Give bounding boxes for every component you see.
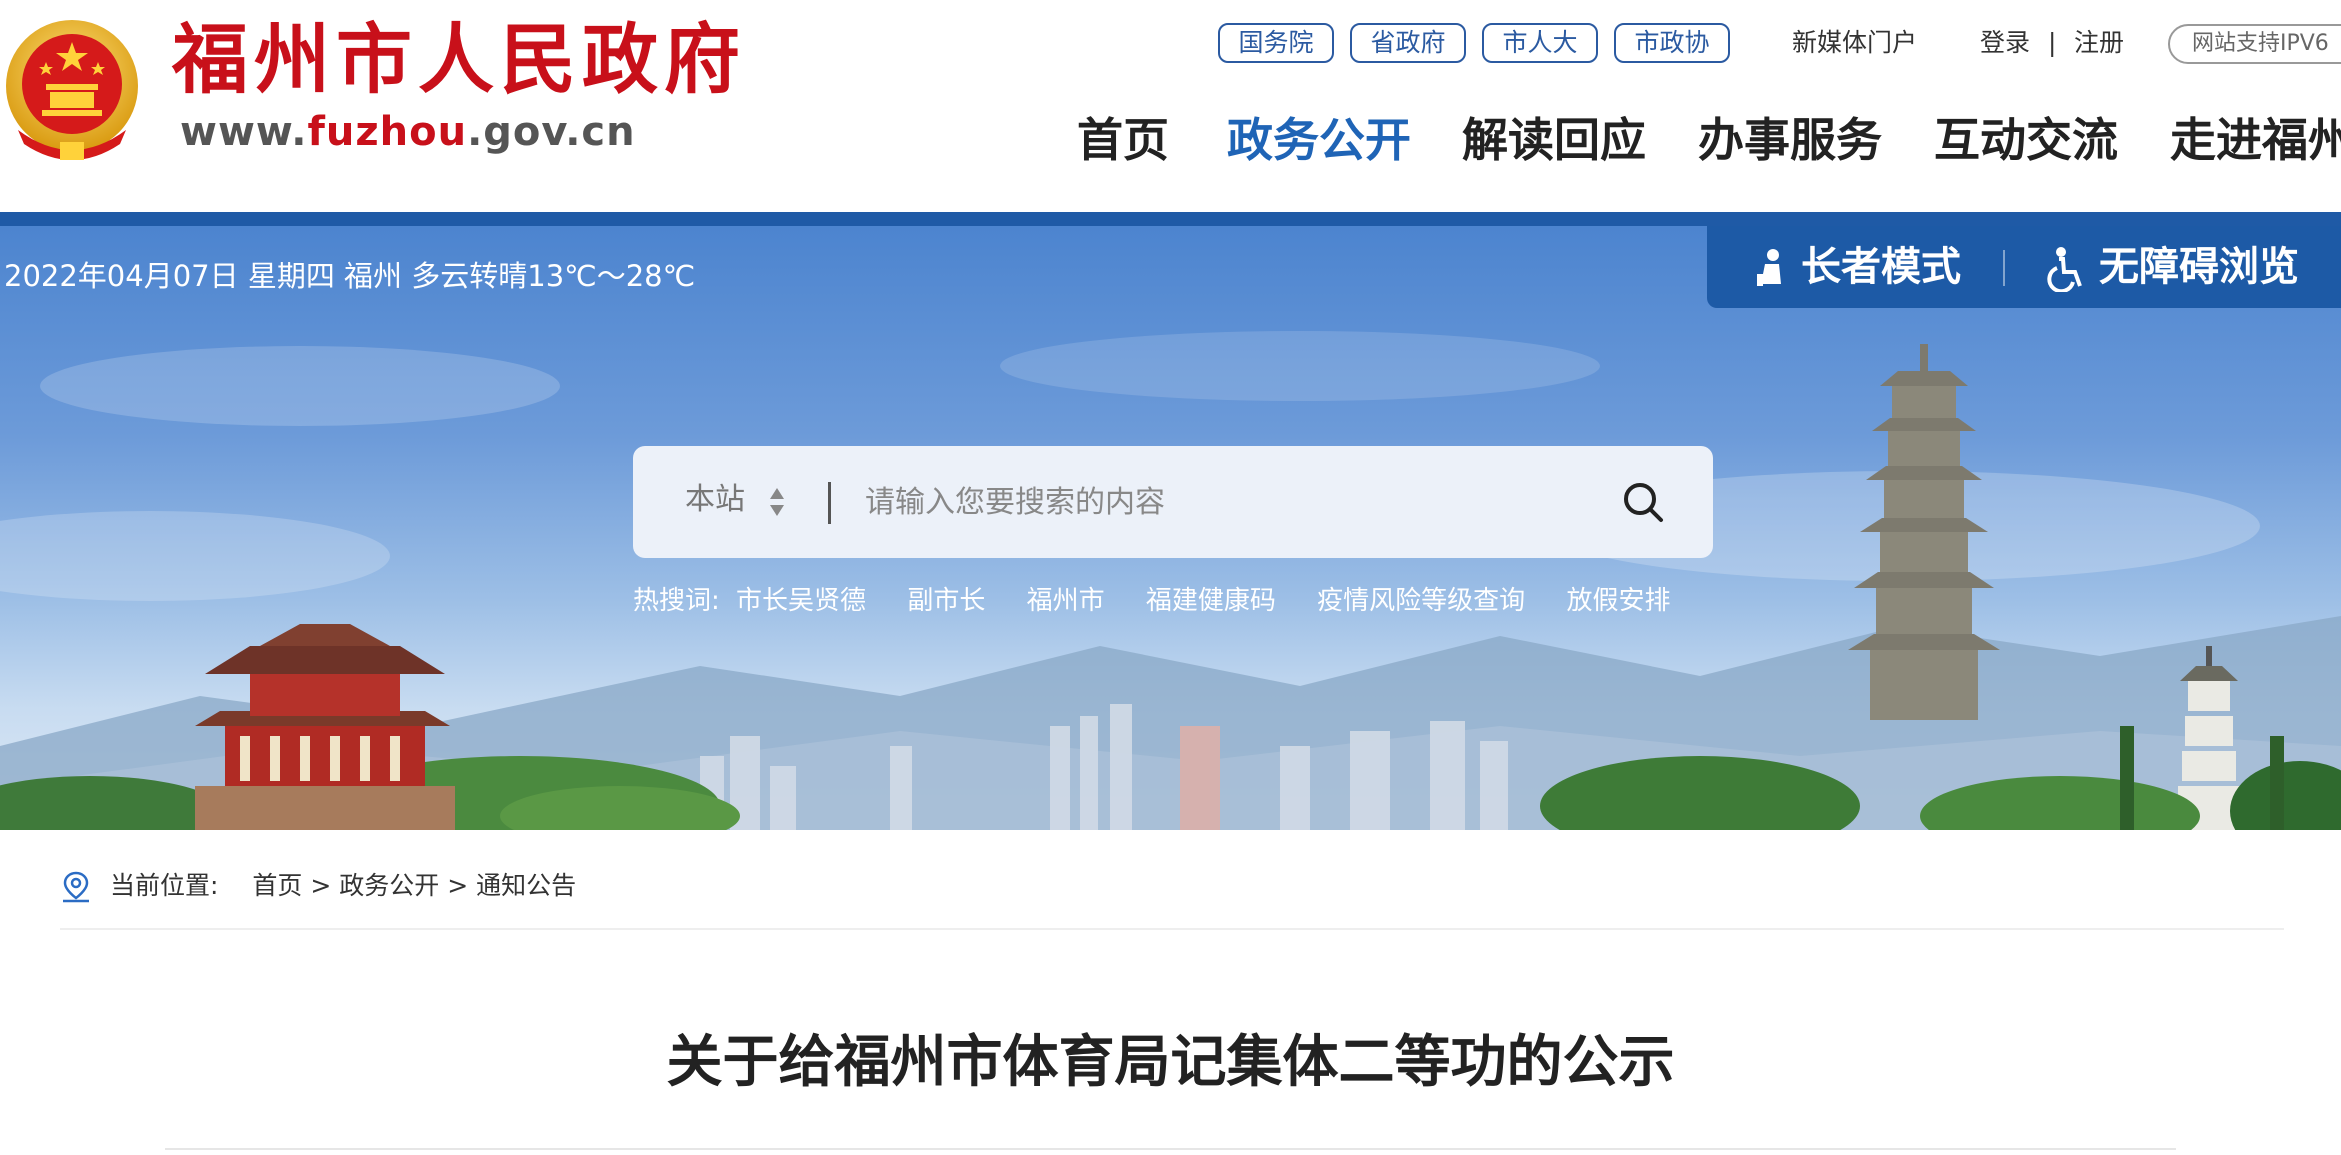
sort-arrows-icon[interactable]	[767, 482, 787, 522]
nav-home[interactable]: 首页	[1077, 112, 1169, 168]
accessible-browse-button[interactable]: 无障碍浏览	[2099, 244, 2299, 290]
nav-interpretation[interactable]: 解读回应	[1462, 112, 1646, 168]
wheelchair-icon	[2047, 247, 2082, 292]
hot-word-vice-mayor[interactable]: 副市长	[907, 586, 985, 616]
search-scope-select[interactable]: 本站	[685, 480, 745, 520]
hot-word-risk-level[interactable]: 疫情风险等级查询	[1317, 586, 1525, 616]
link-city-cppcc[interactable]: 市政协	[1614, 23, 1730, 63]
elder-mode-icon	[1757, 249, 1781, 286]
url-domain: fuzhou	[307, 109, 468, 155]
breadcrumb-sep: >	[447, 871, 469, 900]
location-pin-icon	[63, 871, 89, 903]
breadcrumb-label: 当前位置:	[110, 871, 219, 900]
login-separator: |	[2048, 28, 2057, 57]
national-emblem-icon	[6, 20, 138, 160]
nav-interaction[interactable]: 互动交流	[1934, 112, 2118, 168]
login-link[interactable]: 登录	[1980, 27, 2030, 59]
hot-word-mayor[interactable]: 市长吴贤德	[736, 586, 866, 616]
breadcrumb-divider	[60, 928, 2284, 930]
nav-services[interactable]: 办事服务	[1698, 112, 1882, 168]
pavilion-illustration	[195, 624, 455, 830]
breadcrumb-notices[interactable]: 通知公告	[476, 871, 576, 900]
hot-word-holiday[interactable]: 放假安排	[1566, 586, 1670, 616]
ipv6-badge: 网站支持IPV6	[2168, 24, 2341, 64]
pagoda-illustration	[1848, 344, 2000, 720]
hot-search-words: 热搜词: 市长吴贤德 副市长 福州市 福建健康码 疫情风险等级查询 放假安排	[633, 581, 1703, 621]
breadcrumb-sep: >	[310, 871, 332, 900]
hot-search-label: 热搜词:	[633, 586, 720, 616]
article-title: 关于给福州市体育局记集体二等功的公示	[666, 1030, 1675, 1095]
link-provincial-gov[interactable]: 省政府	[1350, 23, 1466, 63]
media-portal-link[interactable]: 新媒体门户	[1792, 27, 1917, 59]
accessibility-separator	[2003, 250, 2005, 286]
site-title[interactable]: 福州市人民政府	[172, 22, 746, 98]
header-divider-strip	[0, 212, 2341, 226]
url-prefix: www.	[180, 109, 308, 155]
url-suffix: .gov.cn	[467, 109, 636, 155]
main-content: 当前位置: 首页 > 政务公开 > 通知公告 关于给福州市体育局记集体二等功的公…	[0, 830, 2341, 1155]
search-box: 本站	[633, 446, 1713, 558]
elder-mode-button[interactable]: 长者模式	[1801, 244, 1961, 290]
register-link[interactable]: 注册	[2074, 27, 2124, 59]
hero-banner: 2022年04月07日 星期四 福州 多云转晴13℃～28℃ 长者模式 无障碍浏…	[0, 226, 2341, 830]
link-city-congress[interactable]: 市人大	[1482, 23, 1598, 63]
accessibility-bar: 长者模式 无障碍浏览	[1707, 226, 2341, 308]
nav-about-fuzhou[interactable]: 走进福州	[2170, 112, 2341, 168]
link-state-council[interactable]: 国务院	[1218, 23, 1334, 63]
site-header: 福州市人民政府 www.fuzhou.gov.cn 国务院 省政府 市人大 市政…	[0, 0, 2341, 212]
breadcrumb-home[interactable]: 首页	[252, 871, 302, 900]
search-icon[interactable]	[1617, 476, 1671, 530]
search-input[interactable]	[863, 472, 1583, 532]
hot-word-fuzhou[interactable]: 福州市	[1027, 586, 1105, 616]
nav-gov-affairs[interactable]: 政务公开	[1227, 112, 1411, 168]
breadcrumb-gov-affairs[interactable]: 政务公开	[339, 871, 439, 900]
title-divider	[165, 1148, 2176, 1150]
hot-word-health-code[interactable]: 福建健康码	[1146, 586, 1276, 616]
date-weather: 2022年04月07日 星期四 福州 多云转晴13℃～28℃	[4, 259, 696, 293]
site-url[interactable]: www.fuzhou.gov.cn	[180, 112, 636, 152]
search-divider	[828, 482, 831, 524]
